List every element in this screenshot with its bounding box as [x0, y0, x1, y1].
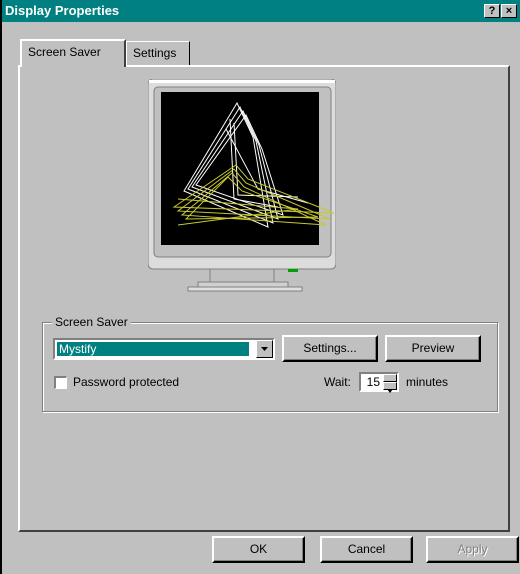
- wait-minutes-spinner[interactable]: 15: [359, 372, 399, 393]
- tab-settings[interactable]: Settings: [126, 41, 190, 65]
- screensaver-selected-value: Mystify: [57, 342, 249, 356]
- password-protected-label: Password protected: [73, 375, 180, 389]
- screensaver-settings-button[interactable]: Settings...: [282, 335, 378, 362]
- display-properties-window: Display Properties ? × Screen Saver Sett…: [0, 0, 520, 574]
- window-title: Display Properties: [5, 3, 120, 18]
- password-protected-checkbox[interactable]: [54, 376, 67, 389]
- minutes-label: minutes: [406, 375, 449, 389]
- preview-button[interactable]: Preview: [385, 335, 481, 362]
- help-button[interactable]: ?: [484, 4, 500, 18]
- spin-up-icon[interactable]: [383, 374, 397, 385]
- wait-minutes-value: 15: [366, 375, 380, 389]
- cancel-button[interactable]: Cancel: [320, 536, 413, 563]
- screen-saver-group-label: Screen Saver: [52, 315, 131, 329]
- spin-down-icon[interactable]: [383, 382, 397, 393]
- wait-label: Wait:: [324, 375, 351, 389]
- title-bar[interactable]: Display Properties ? ×: [2, 0, 520, 22]
- screensaver-select[interactable]: Mystify: [53, 338, 275, 360]
- apply-button[interactable]: Apply: [426, 536, 519, 563]
- ok-button[interactable]: OK: [212, 536, 305, 563]
- close-button[interactable]: ×: [501, 4, 517, 18]
- monitor-preview: [148, 79, 336, 292]
- chevron-down-icon[interactable]: [256, 340, 273, 358]
- tab-screen-saver[interactable]: Screen Saver: [20, 39, 126, 67]
